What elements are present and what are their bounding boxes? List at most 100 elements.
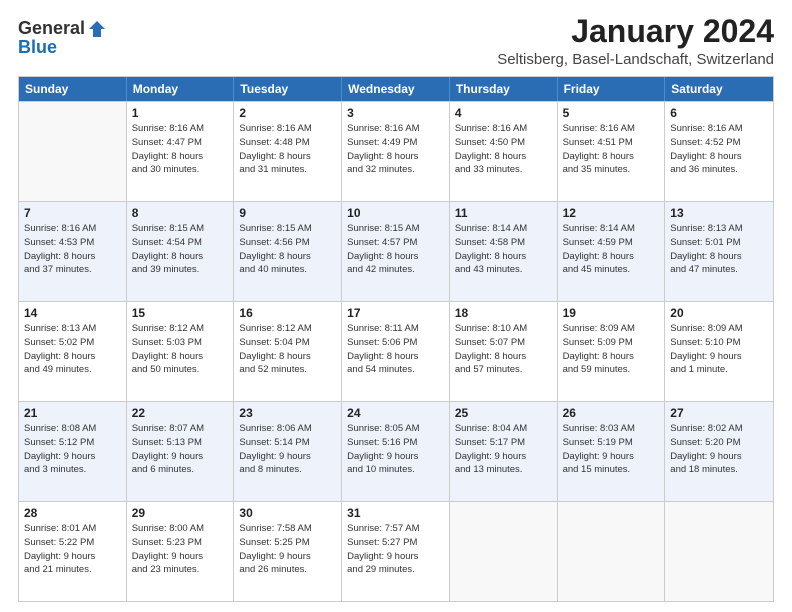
calendar-cell: 10 Sunrise: 8:15 AM Sunset: 4:57 PM Dayli…	[342, 202, 450, 301]
calendar-cell: 2 Sunrise: 8:16 AM Sunset: 4:48 PM Daylig…	[234, 102, 342, 201]
day-info: Sunrise: 8:16 AM Sunset: 4:47 PM Dayligh…	[132, 122, 229, 177]
day-info: Sunrise: 8:16 AM Sunset: 4:50 PM Dayligh…	[455, 122, 552, 177]
day-info: Sunrise: 8:01 AM Sunset: 5:22 PM Dayligh…	[24, 522, 121, 577]
calendar-cell: 12 Sunrise: 8:14 AM Sunset: 4:59 PM Dayli…	[558, 202, 666, 301]
calendar-cell: 17 Sunrise: 8:11 AM Sunset: 5:06 PM Dayli…	[342, 302, 450, 401]
calendar-cell: 16 Sunrise: 8:12 AM Sunset: 5:04 PM Dayli…	[234, 302, 342, 401]
day-info: Sunrise: 8:16 AM Sunset: 4:48 PM Dayligh…	[239, 122, 336, 177]
day-info: Sunrise: 8:00 AM Sunset: 5:23 PM Dayligh…	[132, 522, 229, 577]
day-number: 4	[455, 106, 552, 120]
day-info: Sunrise: 8:08 AM Sunset: 5:12 PM Dayligh…	[24, 422, 121, 477]
calendar-cell	[665, 502, 773, 601]
calendar-week: 7 Sunrise: 8:16 AM Sunset: 4:53 PM Daylig…	[19, 201, 773, 301]
logo-general: General	[18, 18, 85, 39]
calendar-cell: 9 Sunrise: 8:15 AM Sunset: 4:56 PM Daylig…	[234, 202, 342, 301]
day-number: 18	[455, 306, 552, 320]
calendar-cell: 8 Sunrise: 8:15 AM Sunset: 4:54 PM Daylig…	[127, 202, 235, 301]
day-info: Sunrise: 8:12 AM Sunset: 5:04 PM Dayligh…	[239, 322, 336, 377]
day-number: 9	[239, 206, 336, 220]
calendar-cell: 4 Sunrise: 8:16 AM Sunset: 4:50 PM Daylig…	[450, 102, 558, 201]
day-number: 22	[132, 406, 229, 420]
subtitle: Seltisberg, Basel-Landschaft, Switzerlan…	[497, 51, 774, 68]
calendar-cell: 3 Sunrise: 8:16 AM Sunset: 4:49 PM Daylig…	[342, 102, 450, 201]
logo: General Blue	[18, 14, 107, 58]
day-info: Sunrise: 8:16 AM Sunset: 4:49 PM Dayligh…	[347, 122, 444, 177]
day-info: Sunrise: 7:57 AM Sunset: 5:27 PM Dayligh…	[347, 522, 444, 577]
calendar-body: 1 Sunrise: 8:16 AM Sunset: 4:47 PM Daylig…	[19, 101, 773, 601]
calendar-header-cell: Monday	[127, 77, 235, 101]
day-number: 23	[239, 406, 336, 420]
calendar-header-cell: Saturday	[665, 77, 773, 101]
day-number: 6	[670, 106, 768, 120]
calendar-cell: 14 Sunrise: 8:13 AM Sunset: 5:02 PM Dayli…	[19, 302, 127, 401]
calendar-cell: 25 Sunrise: 8:04 AM Sunset: 5:17 PM Dayli…	[450, 402, 558, 501]
calendar-cell: 27 Sunrise: 8:02 AM Sunset: 5:20 PM Dayli…	[665, 402, 773, 501]
day-number: 5	[563, 106, 660, 120]
day-info: Sunrise: 8:14 AM Sunset: 4:58 PM Dayligh…	[455, 222, 552, 277]
day-info: Sunrise: 8:15 AM Sunset: 4:57 PM Dayligh…	[347, 222, 444, 277]
day-number: 2	[239, 106, 336, 120]
calendar-week: 28 Sunrise: 8:01 AM Sunset: 5:22 PM Dayli…	[19, 501, 773, 601]
day-number: 14	[24, 306, 121, 320]
calendar-week: 14 Sunrise: 8:13 AM Sunset: 5:02 PM Dayli…	[19, 301, 773, 401]
day-info: Sunrise: 8:06 AM Sunset: 5:14 PM Dayligh…	[239, 422, 336, 477]
day-info: Sunrise: 8:09 AM Sunset: 5:09 PM Dayligh…	[563, 322, 660, 377]
calendar-cell: 31Sunrise: 7:57 AM Sunset: 5:27 PM Dayli…	[342, 502, 450, 601]
day-info: Sunrise: 8:15 AM Sunset: 4:54 PM Dayligh…	[132, 222, 229, 277]
calendar-header-cell: Tuesday	[234, 77, 342, 101]
calendar-cell: 28 Sunrise: 8:01 AM Sunset: 5:22 PM Dayli…	[19, 502, 127, 601]
day-number: 1	[132, 106, 229, 120]
day-info: Sunrise: 8:05 AM Sunset: 5:16 PM Dayligh…	[347, 422, 444, 477]
calendar-header-cell: Friday	[558, 77, 666, 101]
logo-icon	[87, 19, 107, 39]
day-number: 8	[132, 206, 229, 220]
calendar-cell: 13 Sunrise: 8:13 AM Sunset: 5:01 PM Dayli…	[665, 202, 773, 301]
day-info: Sunrise: 8:16 AM Sunset: 4:51 PM Dayligh…	[563, 122, 660, 177]
day-info: Sunrise: 8:09 AM Sunset: 5:10 PM Dayligh…	[670, 322, 768, 377]
calendar-cell	[19, 102, 127, 201]
day-number: 25	[455, 406, 552, 420]
day-info: Sunrise: 8:12 AM Sunset: 5:03 PM Dayligh…	[132, 322, 229, 377]
calendar-cell: 30 Sunrise: 7:58 AM Sunset: 5:25 PM Dayli…	[234, 502, 342, 601]
calendar-cell: 20Sunrise: 8:09 AM Sunset: 5:10 PM Dayli…	[665, 302, 773, 401]
calendar-cell: 11 Sunrise: 8:14 AM Sunset: 4:58 PM Dayli…	[450, 202, 558, 301]
day-number: 16	[239, 306, 336, 320]
calendar-week: 1 Sunrise: 8:16 AM Sunset: 4:47 PM Daylig…	[19, 101, 773, 201]
calendar-cell: 29 Sunrise: 8:00 AM Sunset: 5:23 PM Dayli…	[127, 502, 235, 601]
day-number: 19	[563, 306, 660, 320]
calendar-cell: 26Sunrise: 8:03 AM Sunset: 5:19 PM Dayli…	[558, 402, 666, 501]
day-number: 10	[347, 206, 444, 220]
day-info: Sunrise: 7:58 AM Sunset: 5:25 PM Dayligh…	[239, 522, 336, 577]
day-info: Sunrise: 8:13 AM Sunset: 5:01 PM Dayligh…	[670, 222, 768, 277]
day-info: Sunrise: 8:16 AM Sunset: 4:52 PM Dayligh…	[670, 122, 768, 177]
calendar-header: SundayMondayTuesdayWednesdayThursdayFrid…	[19, 77, 773, 101]
day-number: 30	[239, 506, 336, 520]
day-number: 7	[24, 206, 121, 220]
calendar-cell: 15 Sunrise: 8:12 AM Sunset: 5:03 PM Dayli…	[127, 302, 235, 401]
day-info: Sunrise: 8:04 AM Sunset: 5:17 PM Dayligh…	[455, 422, 552, 477]
day-info: Sunrise: 8:16 AM Sunset: 4:53 PM Dayligh…	[24, 222, 121, 277]
calendar-week: 21Sunrise: 8:08 AM Sunset: 5:12 PM Dayli…	[19, 401, 773, 501]
calendar-cell: 5 Sunrise: 8:16 AM Sunset: 4:51 PM Daylig…	[558, 102, 666, 201]
main-title: January 2024	[497, 14, 774, 49]
calendar-cell	[558, 502, 666, 601]
day-number: 13	[670, 206, 768, 220]
day-info: Sunrise: 8:14 AM Sunset: 4:59 PM Dayligh…	[563, 222, 660, 277]
day-number: 12	[563, 206, 660, 220]
day-number: 28	[24, 506, 121, 520]
day-number: 17	[347, 306, 444, 320]
day-info: Sunrise: 8:11 AM Sunset: 5:06 PM Dayligh…	[347, 322, 444, 377]
day-number: 11	[455, 206, 552, 220]
day-number: 3	[347, 106, 444, 120]
day-number: 26	[563, 406, 660, 420]
day-number: 27	[670, 406, 768, 420]
day-number: 24	[347, 406, 444, 420]
day-number: 15	[132, 306, 229, 320]
day-info: Sunrise: 8:13 AM Sunset: 5:02 PM Dayligh…	[24, 322, 121, 377]
calendar-cell: 21Sunrise: 8:08 AM Sunset: 5:12 PM Dayli…	[19, 402, 127, 501]
day-number: 29	[132, 506, 229, 520]
calendar-header-cell: Thursday	[450, 77, 558, 101]
calendar: SundayMondayTuesdayWednesdayThursdayFrid…	[18, 76, 774, 602]
day-info: Sunrise: 8:02 AM Sunset: 5:20 PM Dayligh…	[670, 422, 768, 477]
day-info: Sunrise: 8:15 AM Sunset: 4:56 PM Dayligh…	[239, 222, 336, 277]
